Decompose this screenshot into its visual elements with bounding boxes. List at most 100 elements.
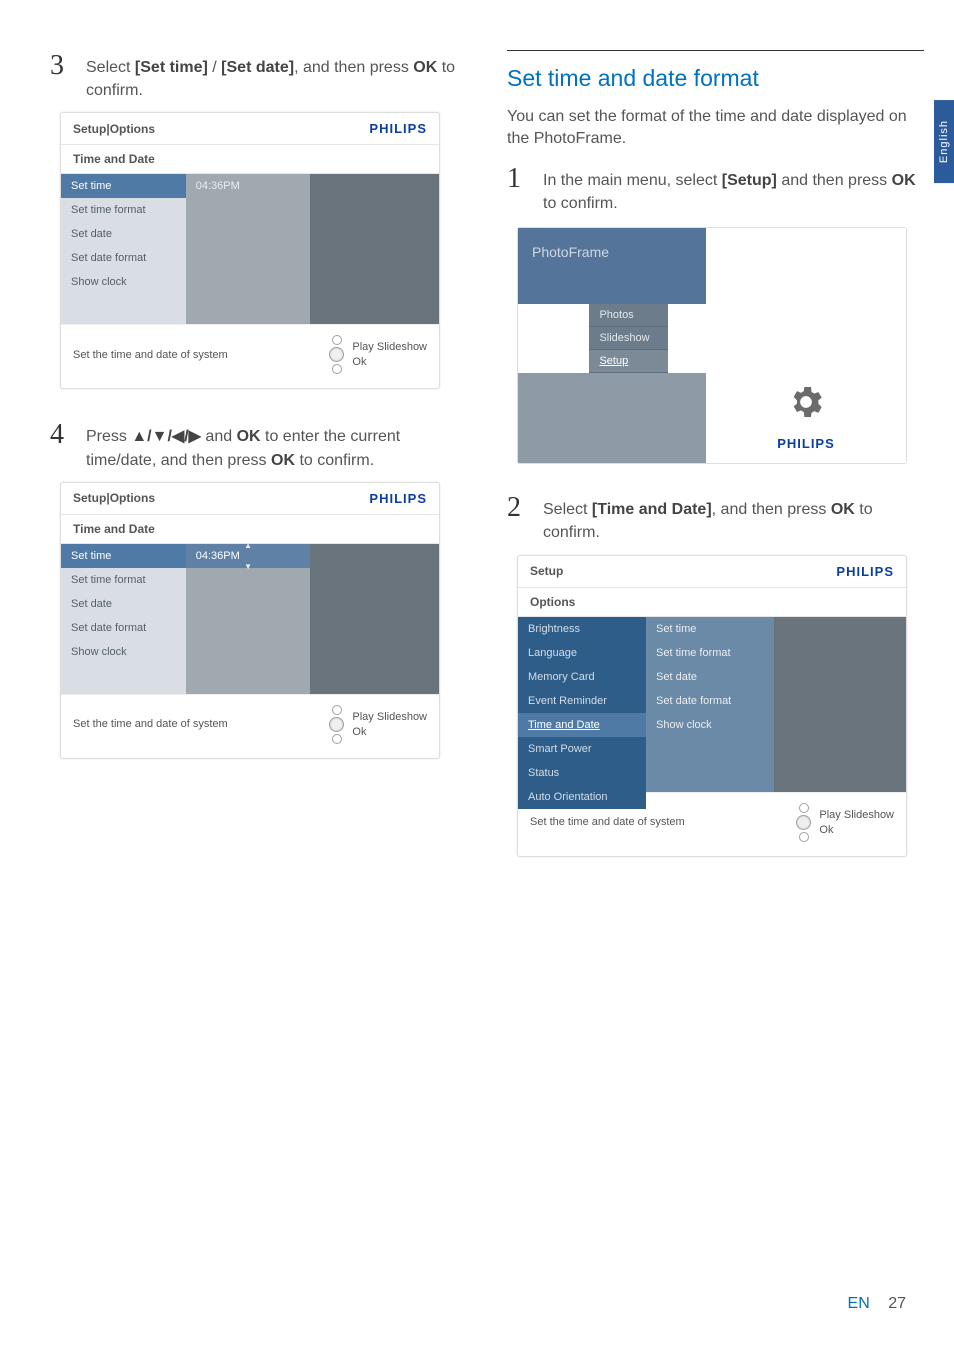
time-date-screen-a: Setup|Options PHILIPS Time and Date Set … <box>60 112 440 389</box>
intro-text: You can set the format of the time and d… <box>507 106 924 151</box>
time-date-screen-b: Setup|Options PHILIPS Time and Date Set … <box>60 482 440 759</box>
list-item[interactable]: Set date format <box>61 246 186 270</box>
breadcrumb: Setup|Options <box>73 122 155 136</box>
ui-body: Set time Set time format Set date Set da… <box>61 174 439 324</box>
ui-header: Setup PHILIPS <box>518 556 906 588</box>
photoframe-main-menu: PhotoFrame Photos Slideshow Setup PHILIP… <box>517 227 907 464</box>
ok-label: Ok <box>352 726 427 738</box>
step-number: 4 <box>50 419 72 471</box>
ok-label: OK <box>237 428 261 445</box>
list-item[interactable]: Set time format <box>61 568 186 592</box>
time-value[interactable]: 04:36PM <box>186 174 311 198</box>
brand-logo: PHILIPS <box>369 491 427 506</box>
pf-title: PhotoFrame <box>518 228 706 304</box>
list-item[interactable]: Time and Date <box>518 713 646 737</box>
ok-label: OK <box>271 452 295 469</box>
arrow-keys: ▲/▼/◀/▶ <box>131 428 201 445</box>
t: , and then press <box>294 59 413 76</box>
ui-subheader: Options <box>518 588 906 617</box>
ui-subheader: Time and Date <box>61 145 439 174</box>
list-item[interactable]: Auto Orientation <box>518 785 646 809</box>
list-item[interactable]: Set date <box>61 222 186 246</box>
t: In the main menu, select <box>543 172 722 189</box>
list-item[interactable]: Memory Card <box>518 665 646 689</box>
ok-label: Ok <box>819 824 894 836</box>
page-footer: EN 27 <box>848 1295 906 1313</box>
list-item[interactable]: Language <box>518 641 646 665</box>
list-item[interactable]: Set time <box>646 617 774 641</box>
hint-text: Set the time and date of system <box>73 349 228 361</box>
ok-label: Ok <box>352 356 427 368</box>
list-item[interactable]: Slideshow <box>589 327 668 350</box>
t: and <box>201 428 237 445</box>
list-item[interactable]: Show clock <box>61 270 186 294</box>
chevron-down-icon: ▼ <box>244 562 252 571</box>
dpad-icon <box>796 803 811 842</box>
step-text: Select [Time and Date], and then press O… <box>543 492 924 544</box>
list-item[interactable]: Brightness <box>518 617 646 641</box>
step-number: 2 <box>507 492 529 544</box>
brand-logo: PHILIPS <box>836 564 894 579</box>
step-number: 1 <box>507 163 529 215</box>
nav-cluster: Play Slideshow Ok <box>329 335 427 374</box>
empty-column <box>774 617 906 792</box>
list-item[interactable]: Set date format <box>646 689 774 713</box>
list-item[interactable]: Status <box>518 761 646 785</box>
brand-logo: PHILIPS <box>777 436 835 451</box>
submenu-column: Set time Set time format Set date Set da… <box>646 617 774 792</box>
ui-footer: Set the time and date of system Play Sli… <box>61 324 439 388</box>
language-tab: English <box>934 100 954 183</box>
list-item[interactable]: Event Reminder <box>518 689 646 713</box>
list-item[interactable]: Photos <box>589 304 668 327</box>
setup-options-screen: Setup PHILIPS Options Brightness Languag… <box>517 555 907 857</box>
step-4: 4 Press ▲/▼/◀/▶ and OK to enter the curr… <box>50 419 467 471</box>
play-slideshow-label: Play Slideshow <box>819 809 894 821</box>
left-column: 3 Select [Set time] / [Set date], and th… <box>50 50 467 887</box>
list-item[interactable]: Set time format <box>646 641 774 665</box>
list-item[interactable]: Set time <box>61 544 186 568</box>
step-text: In the main menu, select [Setup] and the… <box>543 163 924 215</box>
list-item[interactable]: Set date <box>61 592 186 616</box>
list-item[interactable]: Set date <box>646 665 774 689</box>
option-time-and-date: [Time and Date] <box>592 501 712 518</box>
ui-header: Setup|Options PHILIPS <box>61 483 439 515</box>
value-text: 04:36PM <box>196 550 240 562</box>
t: to confirm. <box>543 195 618 212</box>
step-3: 3 Select [Set time] / [Set date], and th… <box>50 50 467 102</box>
pf-menu-row: Photos Slideshow Setup <box>518 304 706 373</box>
t: Press <box>86 428 131 445</box>
empty-column <box>310 174 439 324</box>
section-heading: Set time and date format <box>507 50 924 92</box>
breadcrumb: Setup <box>530 564 563 578</box>
hint-text: Set the time and date of system <box>530 816 685 828</box>
list-item[interactable]: Set time format <box>61 198 186 222</box>
gear-icon <box>786 382 826 422</box>
right-column: Set time and date format You can set the… <box>507 50 924 887</box>
play-slideshow-label: Play Slideshow <box>352 711 427 723</box>
ok-label: OK <box>413 59 437 76</box>
ui-subheader: Time and Date <box>61 515 439 544</box>
nav-cluster: Play Slideshow Ok <box>796 803 894 842</box>
dpad-icon <box>329 705 344 744</box>
list-item[interactable]: Show clock <box>61 640 186 664</box>
list-item[interactable]: Show clock <box>646 713 774 737</box>
ui-header: Setup|Options PHILIPS <box>61 113 439 145</box>
t: Select <box>86 59 135 76</box>
step-number: 3 <box>50 50 72 102</box>
list-item[interactable]: Set time <box>61 174 186 198</box>
play-slideshow-label: Play Slideshow <box>352 341 427 353</box>
option-set-time: [Set time] <box>135 59 208 76</box>
time-value-editing[interactable]: ▲ 04:36PM ▼ <box>186 544 311 568</box>
ok-label: OK <box>831 501 855 518</box>
breadcrumb: Setup|Options <box>73 491 155 505</box>
ui-body: Set time Set time format Set date Set da… <box>61 544 439 694</box>
chevron-up-icon: ▲ <box>244 541 252 550</box>
list-item[interactable]: Setup <box>589 350 668 373</box>
step-text: Press ▲/▼/◀/▶ and OK to enter the curren… <box>86 419 467 471</box>
footer-lang: EN <box>848 1295 870 1312</box>
list-item[interactable]: Smart Power <box>518 737 646 761</box>
pf-menu: Photos Slideshow Setup <box>589 304 668 373</box>
list-item[interactable]: Set date format <box>61 616 186 640</box>
step-2: 2 Select [Time and Date], and then press… <box>507 492 924 544</box>
page-content: 3 Select [Set time] / [Set date], and th… <box>0 0 954 927</box>
